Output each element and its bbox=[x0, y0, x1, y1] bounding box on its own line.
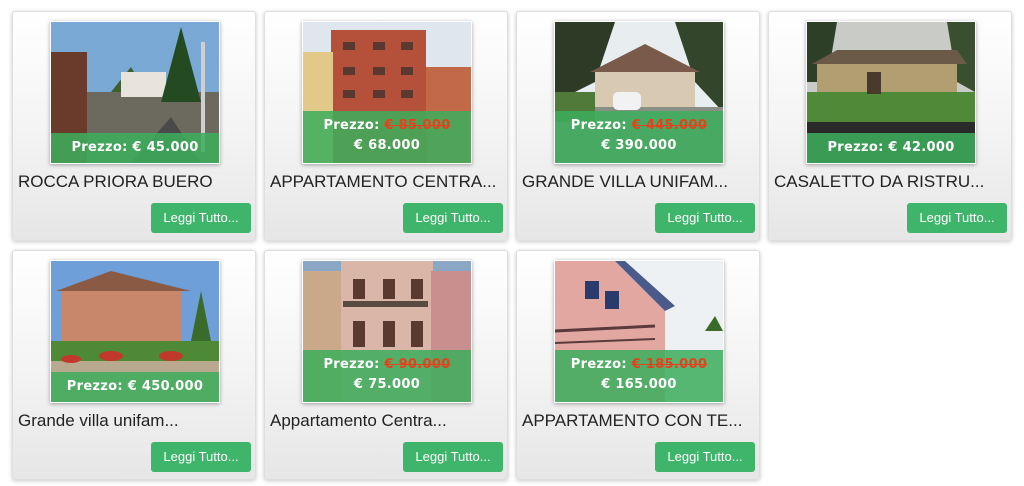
new-price: € 75.000 bbox=[353, 377, 421, 392]
read-more-button[interactable]: Leggi Tutto... bbox=[151, 203, 251, 233]
old-price: € 85.000 bbox=[384, 118, 451, 133]
apartment-photo[interactable]: Prezzo: € 85.000 € 68.000 bbox=[302, 21, 472, 164]
listing-card: Prezzo: € 185.000 € 165.000 APPARTAMENTO… bbox=[516, 250, 760, 480]
old-price: € 90.000 bbox=[384, 357, 451, 372]
listing-title[interactable]: GRANDE VILLA UNIFAM... bbox=[522, 172, 754, 192]
pink-building-photo[interactable]: Prezzo: € 90.000 € 75.000 bbox=[302, 260, 472, 403]
farmhouse-photo[interactable]: Prezzo: € 42.000 bbox=[806, 21, 976, 164]
price-band: Prezzo: € 42.000 bbox=[807, 133, 975, 163]
price-prefix: Prezzo: bbox=[323, 118, 380, 133]
listing-title[interactable]: Appartamento Centra... bbox=[270, 411, 502, 431]
read-more-button[interactable]: Leggi Tutto... bbox=[907, 203, 1007, 233]
price-prefix: Prezzo: bbox=[323, 357, 380, 372]
listing-card: Prezzo: € 85.000 € 68.000 APPARTAMENTO C… bbox=[264, 11, 508, 241]
read-more-button[interactable]: Leggi Tutto... bbox=[403, 203, 503, 233]
new-price: € 390.000 bbox=[601, 138, 677, 153]
price-band: Prezzo: € 90.000 € 75.000 bbox=[303, 350, 471, 402]
listing-title[interactable]: APPARTAMENTO CON TE... bbox=[522, 411, 754, 431]
listing-title[interactable]: APPARTAMENTO CENTRA... bbox=[270, 172, 502, 192]
villa-photo[interactable]: Prezzo: € 445.000 € 390.000 bbox=[554, 21, 724, 164]
price-line-old: Prezzo: € 85.000 bbox=[303, 116, 471, 136]
villa-garden-photo[interactable]: Prezzo: € 450.000 bbox=[50, 260, 220, 403]
listing-card: Prezzo: € 45.000 ROCCA PRIORA BUERO Legg… bbox=[12, 11, 256, 241]
price-line-old: Prezzo: € 445.000 bbox=[555, 116, 723, 136]
new-price: € 165.000 bbox=[601, 377, 677, 392]
old-price: € 185.000 bbox=[631, 357, 708, 372]
read-more-button[interactable]: Leggi Tutto... bbox=[655, 203, 755, 233]
listing-title[interactable]: Grande villa unifam... bbox=[18, 411, 250, 431]
price-band: Prezzo: € 445.000 € 390.000 bbox=[555, 111, 723, 163]
listing-card: Prezzo: € 90.000 € 75.000 Appartamento C… bbox=[264, 250, 508, 480]
price-line-old: Prezzo: € 185.000 bbox=[555, 355, 723, 375]
listing-card: Prezzo: € 445.000 € 390.000 GRANDE VILLA… bbox=[516, 11, 760, 241]
terrace-building-photo[interactable]: Prezzo: € 185.000 € 165.000 bbox=[554, 260, 724, 403]
listing-title[interactable]: ROCCA PRIORA BUERO bbox=[18, 172, 250, 192]
listing-title[interactable]: CASALETTO DA RISTRU... bbox=[774, 172, 1006, 192]
price-band: Prezzo: € 45.000 bbox=[51, 133, 219, 163]
price-band: Prezzo: € 450.000 bbox=[51, 372, 219, 402]
price-line-old: Prezzo: € 90.000 bbox=[303, 355, 471, 375]
read-more-button[interactable]: Leggi Tutto... bbox=[403, 442, 503, 472]
new-price: € 68.000 bbox=[353, 138, 421, 153]
price-prefix: Prezzo: bbox=[570, 357, 627, 372]
price-band: Prezzo: € 185.000 € 165.000 bbox=[555, 350, 723, 402]
house-photo[interactable]: Prezzo: € 45.000 bbox=[50, 21, 220, 164]
listing-card: Prezzo: € 450.000 Grande villa unifam...… bbox=[12, 250, 256, 480]
price-band: Prezzo: € 85.000 € 68.000 bbox=[303, 111, 471, 163]
old-price: € 445.000 bbox=[631, 118, 708, 133]
read-more-button[interactable]: Leggi Tutto... bbox=[655, 442, 755, 472]
price-prefix: Prezzo: bbox=[570, 118, 627, 133]
listing-card: Prezzo: € 42.000 CASALETTO DA RISTRU... … bbox=[768, 11, 1012, 241]
read-more-button[interactable]: Leggi Tutto... bbox=[151, 442, 251, 472]
